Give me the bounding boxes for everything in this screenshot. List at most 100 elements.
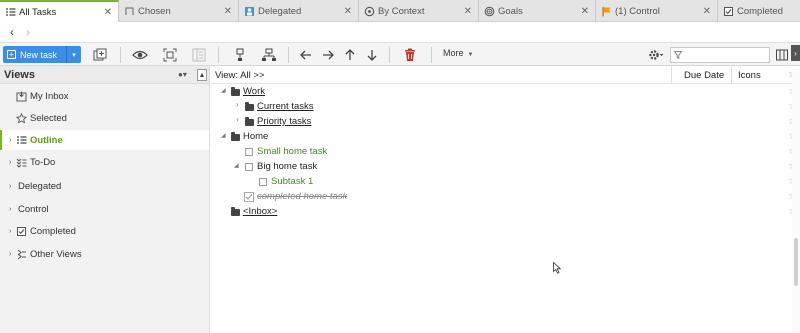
tab-control[interactable]: (1) Control ✕ — [596, 0, 718, 22]
folder-icon — [244, 101, 254, 112]
sidebar-item-outline[interactable]: › Outline — [0, 130, 209, 150]
folder-icon — [244, 116, 254, 127]
tab-delegated[interactable]: Delegated ✕ — [239, 0, 359, 22]
folder-icon — [230, 206, 240, 217]
tab-label: All Tasks — [19, 6, 57, 18]
filter-icon — [674, 51, 682, 59]
new-task-button[interactable]: + New task ▾ — [3, 46, 81, 63]
sidebar-item-delegated[interactable]: › Delegated — [0, 176, 209, 196]
collapse-arrow-icon[interactable]: ◢ — [221, 87, 226, 94]
sidebar-item-label: Completed — [30, 225, 76, 237]
expand-arrow-icon[interactable]: › — [9, 228, 11, 235]
tab-goals[interactable]: Goals ✕ — [479, 0, 596, 22]
close-icon[interactable]: ✕ — [224, 6, 232, 17]
other-views-icon — [16, 249, 27, 260]
column-due-date[interactable]: Due Date — [671, 66, 731, 84]
views-title: Views — [4, 68, 35, 81]
arrow-left-icon[interactable] — [298, 47, 314, 63]
tree-row-task[interactable]: completed home task ☆ — [211, 190, 797, 205]
sidebar-item-completed[interactable]: › Completed — [0, 221, 209, 241]
toolbar-divider — [389, 47, 390, 63]
checkbox-checked-icon[interactable] — [244, 192, 254, 202]
column-header: View: All >> Due Date Icons ☆ — [211, 66, 800, 84]
add-subtask-icon[interactable] — [261, 47, 277, 63]
tree-row-label: Home — [243, 131, 269, 142]
tree-row-task[interactable]: Subtask 1 ☆ — [211, 175, 797, 190]
sidebar-item-to-do[interactable]: › To-Do — [0, 152, 209, 172]
sidebar-item-label: My Inbox — [30, 90, 69, 102]
checkbox-icon[interactable] — [244, 162, 254, 172]
trash-icon[interactable] — [402, 47, 418, 63]
new-task-main[interactable]: + New task — [3, 46, 67, 63]
focus-icon[interactable] — [162, 47, 178, 63]
tree-row-task[interactable]: Small home task ☆ — [211, 145, 797, 160]
expand-arrow-icon[interactable]: › — [9, 159, 11, 166]
expand-arrow-icon[interactable]: › — [236, 100, 239, 109]
expand-arrow-icon[interactable]: › — [9, 183, 11, 190]
sidebar-item-my-inbox[interactable]: My Inbox — [0, 86, 209, 106]
tab-label: Delegated — [258, 5, 302, 17]
star-outline-icon — [16, 112, 27, 124]
pin-icon[interactable]: ▲ — [197, 69, 207, 81]
views-header: Views ●▾ ▲ — [0, 66, 209, 84]
expand-arrow-icon[interactable]: › — [9, 251, 11, 258]
expand-arrow-icon[interactable]: › — [236, 115, 239, 124]
eye-icon[interactable] — [132, 47, 148, 63]
tree-row-label: <Inbox> — [243, 206, 278, 217]
tab-chosen[interactable]: Chosen ✕ — [119, 0, 239, 22]
forward-arrow-icon[interactable]: › — [20, 24, 36, 40]
toolbar-divider — [431, 47, 432, 63]
back-arrow-icon[interactable]: ‹ — [4, 24, 20, 40]
scrollbar-thumb[interactable] — [794, 238, 798, 286]
expand-arrow-icon[interactable]: › — [9, 137, 11, 144]
view-selector[interactable]: View: All >> — [215, 70, 264, 81]
tab-strip: All Tasks ✕ Chosen ✕ Delegated ✕ By Cont… — [0, 0, 800, 22]
close-icon[interactable]: ✕ — [703, 6, 711, 17]
plus-icon: + — [7, 50, 16, 59]
tree-row-folder[interactable]: <Inbox> ☆ — [211, 205, 797, 220]
column-icons[interactable]: Icons — [731, 66, 787, 84]
collapse-panel-icon[interactable]: › — [791, 45, 800, 61]
details-pane-icon[interactable] — [191, 47, 207, 63]
tree-row-label: Work — [243, 86, 265, 97]
tab-completed[interactable]: Completed — [718, 0, 800, 22]
inbox-icon — [16, 91, 27, 102]
more-button[interactable]: More ▼ — [443, 48, 473, 58]
tree-row-folder[interactable]: ◢ Work ☆ — [211, 85, 797, 100]
arrow-down-icon[interactable] — [364, 47, 380, 63]
chevron-down-icon[interactable]: ▾ — [67, 46, 81, 63]
collapse-arrow-icon[interactable]: ◢ — [221, 132, 226, 139]
close-icon[interactable]: ✕ — [464, 6, 472, 17]
expand-arrow-icon[interactable]: › — [9, 206, 11, 213]
collapse-arrow-icon[interactable]: ◢ — [234, 162, 239, 169]
gear-icon[interactable] — [648, 47, 664, 63]
tab-by-context[interactable]: By Context ✕ — [359, 0, 479, 22]
checkbox-icon[interactable] — [244, 147, 254, 157]
tab-label: By Context — [378, 5, 425, 17]
filter-input[interactable] — [670, 47, 770, 63]
tree-row-task[interactable]: ◢ Big home task ☆ — [211, 160, 797, 175]
arrow-right-icon[interactable] — [320, 47, 336, 63]
settings-dot-icon[interactable]: ●▾ — [178, 70, 187, 79]
new-task-label: New task — [20, 49, 58, 60]
close-icon[interactable]: ✕ — [581, 6, 589, 17]
columns-icon[interactable] — [774, 47, 790, 63]
views-sidebar: Views ●▾ ▲ My Inbox Selected › Outline ›… — [0, 66, 210, 333]
tree-row-folder[interactable]: ◢ Home ☆ — [211, 130, 797, 145]
sidebar-item-control[interactable]: › Control — [0, 199, 209, 219]
tree-row-folder[interactable]: › Current tasks ☆ — [211, 100, 797, 115]
sidebar-item-label: To-Do — [30, 156, 56, 168]
arrow-up-icon[interactable] — [342, 47, 358, 63]
checkbox-icon[interactable] — [258, 177, 268, 187]
vertical-scrollbar[interactable] — [792, 66, 800, 333]
flag-icon — [601, 6, 612, 17]
close-icon[interactable]: ✕ — [344, 6, 352, 17]
add-sibling-icon[interactable] — [232, 47, 248, 63]
tab-all-tasks[interactable]: All Tasks ✕ — [0, 0, 119, 22]
tree-row-label: Big home task — [257, 161, 318, 172]
close-icon[interactable]: ✕ — [104, 7, 112, 18]
sidebar-item-other-views[interactable]: › Other Views — [0, 244, 209, 264]
tree-row-folder[interactable]: › Priority tasks ☆ — [211, 115, 797, 130]
new-folder-icon[interactable] — [92, 47, 108, 63]
sidebar-item-selected[interactable]: Selected — [0, 108, 209, 128]
